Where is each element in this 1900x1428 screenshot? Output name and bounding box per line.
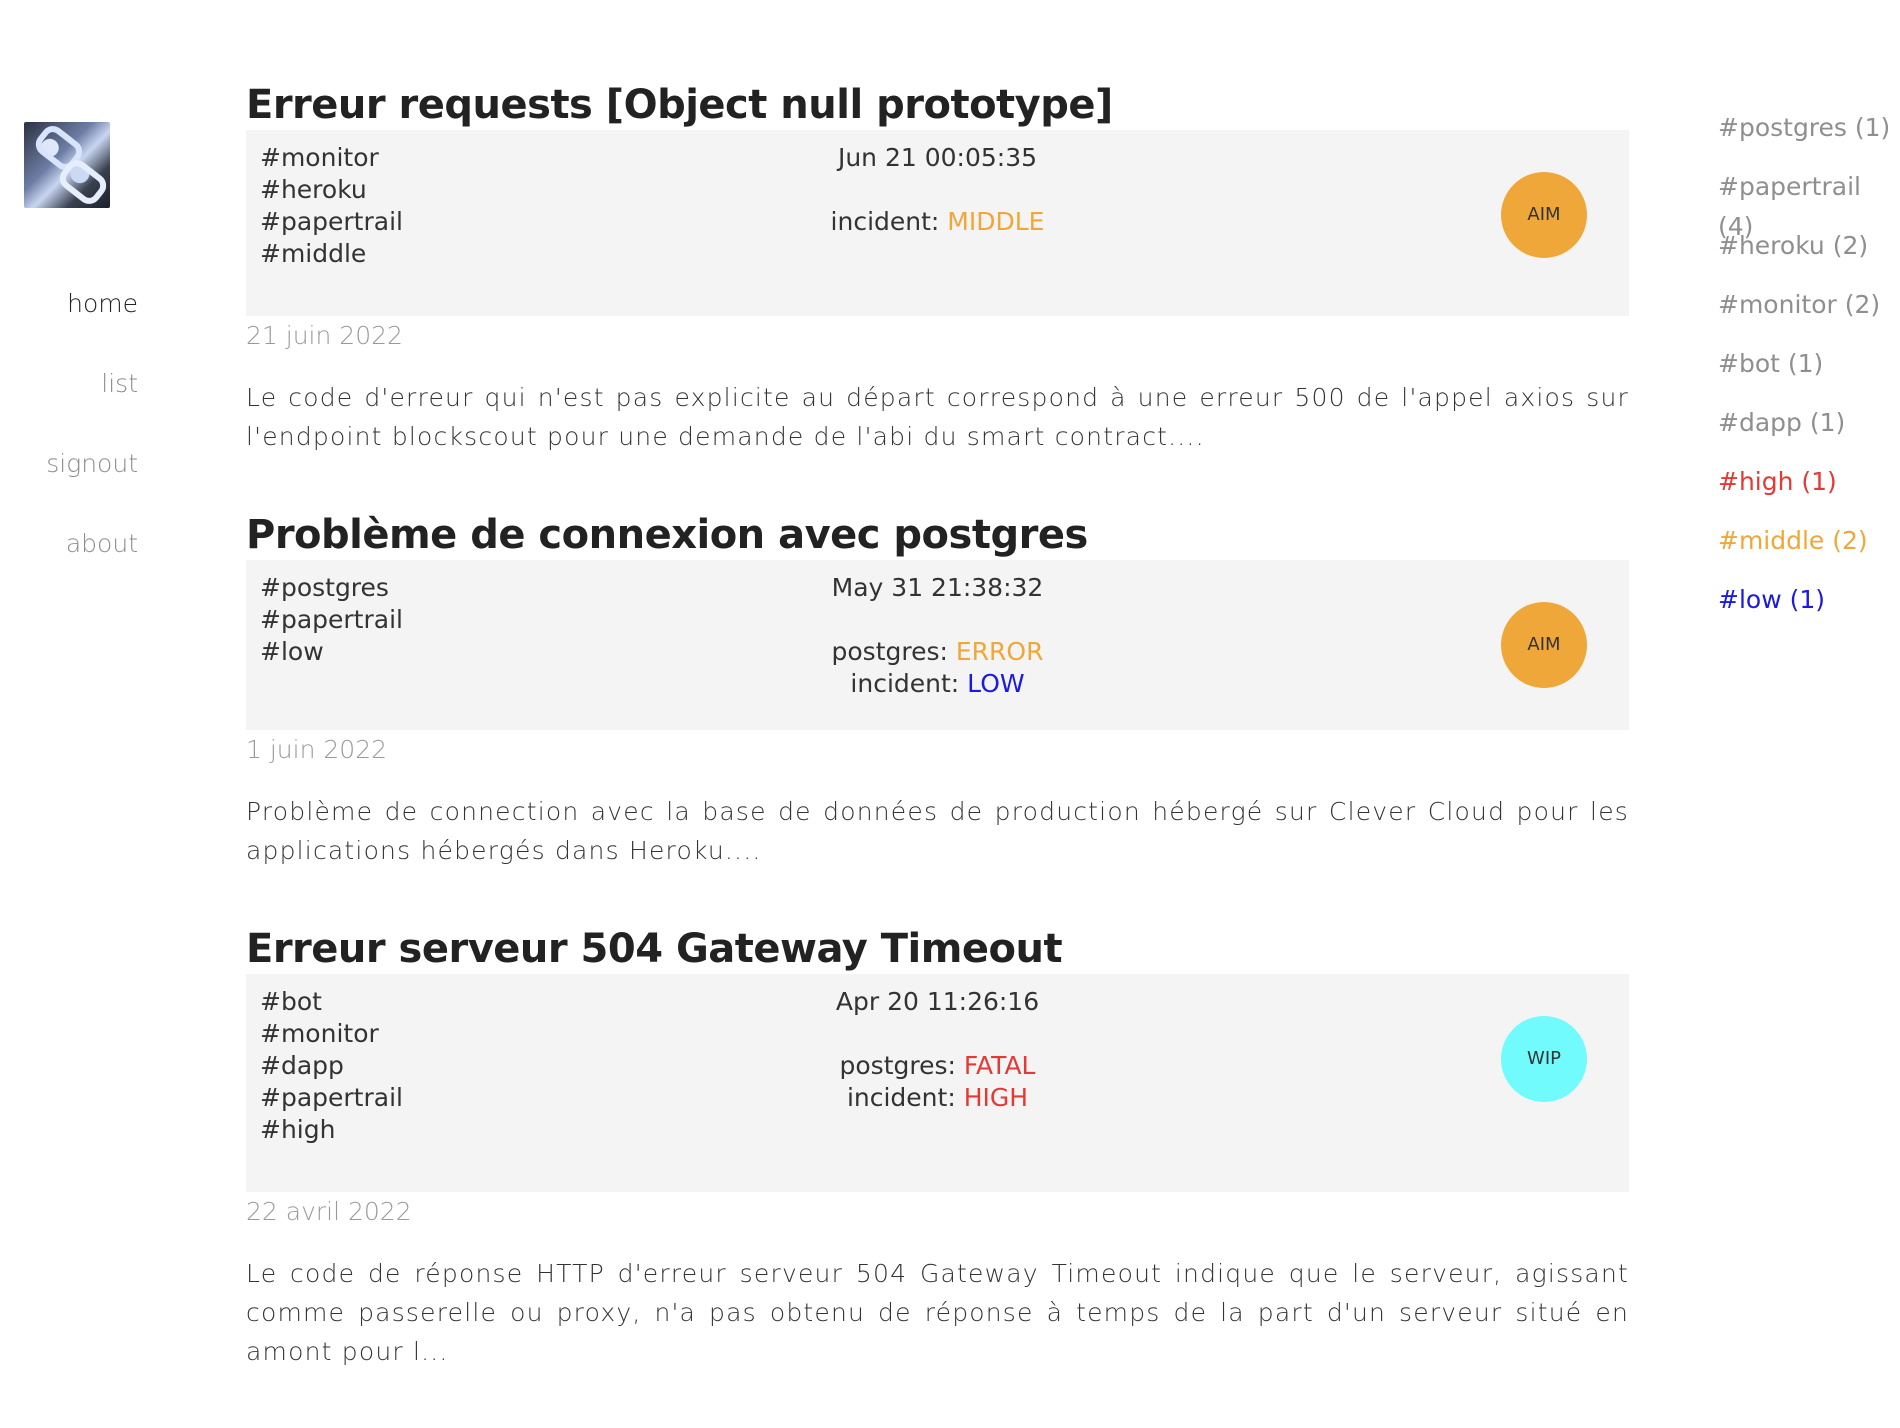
tagcloud-item[interactable]: #postgres (1) — [1718, 108, 1900, 167]
post-title[interactable]: Erreur serveur 504 Gateway Timeout — [246, 924, 1629, 974]
nav-home-link[interactable]: home — [46, 286, 138, 322]
status-value: MIDDLE — [947, 207, 1045, 236]
post-date: 21 juin 2022 — [246, 321, 403, 350]
post-item: Erreur serveur 504 Gateway Timeout #bot … — [246, 924, 1629, 1371]
main-nav: home list signout about — [46, 286, 138, 606]
site-logo[interactable] — [24, 122, 110, 208]
status-label: postgres: — [839, 1051, 964, 1080]
post-excerpt: Le code de réponse HTTP d'erreur serveur… — [246, 1259, 1629, 1366]
avatar: AIM — [1501, 172, 1587, 258]
avatar: AIM — [1501, 602, 1587, 688]
nav-about-link[interactable]: about — [46, 526, 138, 562]
avatar-label: AIM — [1527, 634, 1561, 655]
left-sidebar: home list signout about — [0, 0, 160, 1428]
nav-signout-link[interactable]: signout — [46, 446, 138, 482]
post-status: May 31 21:38:32 postgres: ERROR incident… — [246, 572, 1629, 700]
tagcloud-item[interactable]: #low (1) — [1718, 580, 1900, 639]
avatar-label: AIM — [1527, 204, 1561, 225]
post-meta-card: #postgres #papertrail #low May 31 21:38:… — [246, 560, 1629, 730]
post-item: Problème de connexion avec postgres #pos… — [246, 510, 1629, 870]
tagcloud-item[interactable]: #papertrail (4) — [1718, 167, 1900, 241]
tagcloud-item[interactable]: #high (1) — [1718, 462, 1900, 521]
status-label: incident: — [850, 669, 968, 698]
log-timestamp: Apr 20 11:26:16 — [835, 987, 1040, 1016]
status-value: FATAL — [963, 1051, 1036, 1080]
status-label: incident: — [830, 207, 948, 236]
post-title[interactable]: Problème de connexion avec postgres — [246, 510, 1629, 560]
tagcloud-item[interactable]: #heroku (2) — [1718, 226, 1900, 285]
post-tag[interactable]: #high — [260, 1114, 560, 1146]
tagcloud-item[interactable]: #dapp (1) — [1718, 403, 1900, 462]
tagcloud-item[interactable]: #bot (1) — [1718, 344, 1900, 403]
status-label: incident: — [846, 1083, 964, 1112]
post-tag[interactable]: #middle — [260, 238, 560, 270]
nav-list-link[interactable]: list — [46, 366, 138, 402]
status-line: incident: LOW — [246, 668, 1629, 700]
status-value: ERROR — [955, 637, 1044, 666]
post-title[interactable]: Erreur requests [Object null prototype] — [246, 80, 1629, 130]
log-timestamp: Jun 21 00:05:35 — [837, 143, 1038, 172]
status-line: incident: MIDDLE — [246, 206, 1629, 238]
tagcloud-item[interactable]: #monitor (2) — [1718, 285, 1900, 344]
avatar: WIP — [1501, 1016, 1587, 1102]
page: home list signout about Erreur requests … — [0, 0, 1900, 1428]
tag-cloud: #postgres (1) #papertrail (4) #heroku (2… — [1718, 108, 1900, 639]
log-timestamp: May 31 21:38:32 — [831, 573, 1044, 602]
status-line: postgres: FATAL — [246, 1050, 1629, 1082]
post-item: Erreur requests [Object null prototype] … — [246, 80, 1629, 456]
post-meta-card: #bot #monitor #dapp #papertrail #high Ap… — [246, 974, 1629, 1192]
status-label: postgres: — [831, 637, 956, 666]
post-list: Erreur requests [Object null prototype] … — [246, 80, 1629, 1425]
status-line: incident: HIGH — [246, 1082, 1629, 1114]
post-status: Apr 20 11:26:16 postgres: FATAL incident… — [246, 986, 1629, 1114]
status-value: LOW — [967, 669, 1025, 698]
post-date: 22 avril 2022 — [246, 1197, 412, 1226]
tagcloud-item[interactable]: #middle (2) — [1718, 521, 1900, 580]
post-status: Jun 21 00:05:35 incident: MIDDLE — [246, 142, 1629, 238]
post-date: 1 juin 2022 — [246, 735, 388, 764]
status-line: postgres: ERROR — [246, 636, 1629, 668]
post-excerpt: Le code d'erreur qui n'est pas explicite… — [246, 383, 1629, 451]
post-excerpt: Problème de connection avec la base de d… — [246, 797, 1629, 865]
post-meta-card: #monitor #heroku #papertrail #middle Jun… — [246, 130, 1629, 316]
status-value: HIGH — [963, 1083, 1029, 1112]
avatar-label: WIP — [1527, 1048, 1561, 1069]
